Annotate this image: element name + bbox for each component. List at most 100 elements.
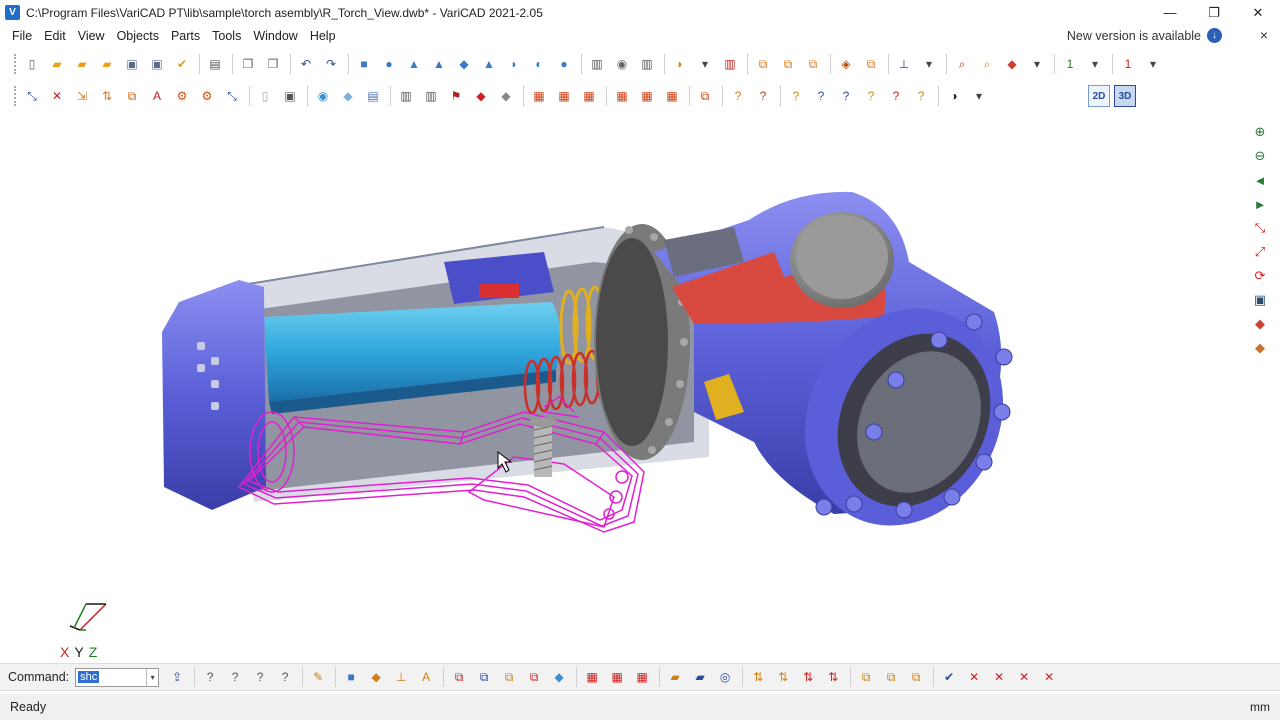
transform-copy-icon[interactable]: ⧉: [778, 54, 798, 74]
view-axis-icon[interactable]: ⤡: [1250, 218, 1270, 238]
table-b-icon[interactable]: ▦: [607, 667, 627, 687]
copy-icon[interactable]: ❐: [238, 54, 258, 74]
text-icon[interactable]: A: [147, 86, 167, 106]
zoom-icon[interactable]: ⌕: [977, 54, 997, 74]
undo-icon[interactable]: ↶: [296, 54, 316, 74]
move-b-icon[interactable]: ⇅: [773, 667, 793, 687]
check-a-icon[interactable]: ✔: [939, 667, 959, 687]
save-icon[interactable]: ▣: [122, 54, 142, 74]
drop-icon[interactable]: ◆: [549, 667, 569, 687]
pyramid-icon[interactable]: ▲: [429, 54, 449, 74]
transform-icon[interactable]: ⧉: [753, 54, 773, 74]
query-a-icon[interactable]: ?: [200, 667, 220, 687]
save-as-icon[interactable]: ✔: [172, 54, 192, 74]
cancel-d-icon[interactable]: ✕: [1039, 667, 1059, 687]
zoom-window-icon[interactable]: ⌕: [952, 54, 972, 74]
cancel-a-icon[interactable]: ✕: [964, 667, 984, 687]
dropdown-icon[interactable]: ▾: [695, 54, 715, 74]
group-b-icon[interactable]: ⧉: [881, 667, 901, 687]
parts-icon[interactable]: ▦: [612, 86, 632, 106]
cut-icon[interactable]: ▥: [720, 54, 740, 74]
zoom-out-icon[interactable]: ⊖: [1250, 146, 1270, 166]
layers-icon[interactable]: ▤: [363, 86, 383, 106]
menu-view[interactable]: View: [72, 29, 111, 43]
menu-parts[interactable]: Parts: [165, 29, 206, 43]
assembly-icon[interactable]: ◈: [836, 54, 856, 74]
export-icon[interactable]: ⇪: [167, 667, 187, 687]
query-c-icon[interactable]: ?: [250, 667, 270, 687]
group-a-icon[interactable]: ⧉: [856, 667, 876, 687]
thread-icon[interactable]: ▥: [637, 54, 657, 74]
paste-icon[interactable]: ❐: [263, 54, 283, 74]
solid-tools-icon[interactable]: ⚙: [197, 86, 217, 106]
bom3-icon[interactable]: ▦: [579, 86, 599, 106]
section2-icon[interactable]: ▥: [421, 86, 441, 106]
spring-icon[interactable]: ▥: [587, 54, 607, 74]
view-cube-icon[interactable]: ◆: [1002, 54, 1022, 74]
move-d-icon[interactable]: ⇅: [823, 667, 843, 687]
command-value[interactable]: shc: [78, 671, 100, 683]
solid-c-icon[interactable]: ⊥: [391, 667, 411, 687]
render-icon[interactable]: ◆: [1250, 314, 1270, 334]
text-style-icon[interactable]: A: [416, 667, 436, 687]
open-file-icon[interactable]: ▰: [47, 54, 67, 74]
new-version-notice[interactable]: New version is available ↓: [1067, 28, 1222, 43]
boolean-icon[interactable]: ◗: [670, 54, 690, 74]
box-icon[interactable]: ■: [354, 54, 374, 74]
section-icon[interactable]: ▥: [396, 86, 416, 106]
render2-icon[interactable]: ◆: [1250, 338, 1270, 358]
zoom-previous-icon[interactable]: ◄: [1250, 170, 1270, 190]
cancel-b-icon[interactable]: ✕: [989, 667, 1009, 687]
group-c-icon[interactable]: ⧉: [906, 667, 926, 687]
edit-d-icon[interactable]: ⧉: [524, 667, 544, 687]
menu-file[interactable]: File: [6, 29, 38, 43]
check4-icon[interactable]: ?: [861, 86, 881, 106]
shaded-box-icon[interactable]: ▣: [280, 86, 300, 106]
edit-b-icon[interactable]: ⧉: [474, 667, 494, 687]
save-all-icon[interactable]: ▣: [147, 54, 167, 74]
select-icon[interactable]: ⤡: [22, 86, 42, 106]
mass-icon[interactable]: ◆: [496, 86, 516, 106]
bom2-icon[interactable]: ▦: [554, 86, 574, 106]
toolbar-grip[interactable]: [14, 86, 17, 106]
table-a-icon[interactable]: ▦: [582, 667, 602, 687]
torus-icon[interactable]: ◆: [454, 54, 474, 74]
check-icon[interactable]: ?: [786, 86, 806, 106]
print-icon[interactable]: ▤: [205, 54, 225, 74]
explode-icon[interactable]: ⇅: [97, 86, 117, 106]
edit-c-icon[interactable]: ⧉: [499, 667, 519, 687]
wire-box-icon[interactable]: ▯: [255, 86, 275, 106]
command-input[interactable]: shc ▾: [75, 667, 160, 687]
close-button[interactable]: ✕: [1236, 0, 1280, 25]
attribute-icon[interactable]: ⚑: [446, 86, 466, 106]
layer-1-icon[interactable]: 1: [1060, 54, 1080, 74]
dropdown5-icon[interactable]: ▾: [1143, 54, 1163, 74]
chevron-down-icon[interactable]: ▾: [146, 668, 158, 686]
view-2d-button[interactable]: 2D: [1088, 85, 1110, 107]
color-icon[interactable]: ◉: [313, 86, 333, 106]
folder-a-icon[interactable]: ▰: [665, 667, 685, 687]
parts2-icon[interactable]: ▦: [637, 86, 657, 106]
view-frame-icon[interactable]: ⤢: [1250, 242, 1270, 262]
material-icon[interactable]: ◆: [471, 86, 491, 106]
transparency-icon[interactable]: ◆: [338, 86, 358, 106]
menu-tools[interactable]: Tools: [206, 29, 247, 43]
edit-a-icon[interactable]: ⧉: [449, 667, 469, 687]
check2-icon[interactable]: ?: [811, 86, 831, 106]
parts3-icon[interactable]: ▦: [662, 86, 682, 106]
check6-icon[interactable]: ?: [911, 86, 931, 106]
redo-icon[interactable]: ↷: [321, 54, 341, 74]
move-a-icon[interactable]: ⇅: [748, 667, 768, 687]
dropdown3-icon[interactable]: ▾: [1027, 54, 1047, 74]
solid-a-icon[interactable]: ■: [341, 667, 361, 687]
prism-icon[interactable]: ▲: [479, 54, 499, 74]
table-c-icon[interactable]: ▦: [632, 667, 652, 687]
zoom-all-icon[interactable]: ⊕: [1250, 122, 1270, 142]
cancel-c-icon[interactable]: ✕: [1014, 667, 1034, 687]
target-icon[interactable]: ◎: [715, 667, 735, 687]
query2-icon[interactable]: ?: [753, 86, 773, 106]
restore-button[interactable]: ❐: [1192, 0, 1236, 25]
torch-assembly-model[interactable]: [4, 112, 1246, 660]
query-icon[interactable]: ?: [728, 86, 748, 106]
cylinder-icon[interactable]: ●: [379, 54, 399, 74]
